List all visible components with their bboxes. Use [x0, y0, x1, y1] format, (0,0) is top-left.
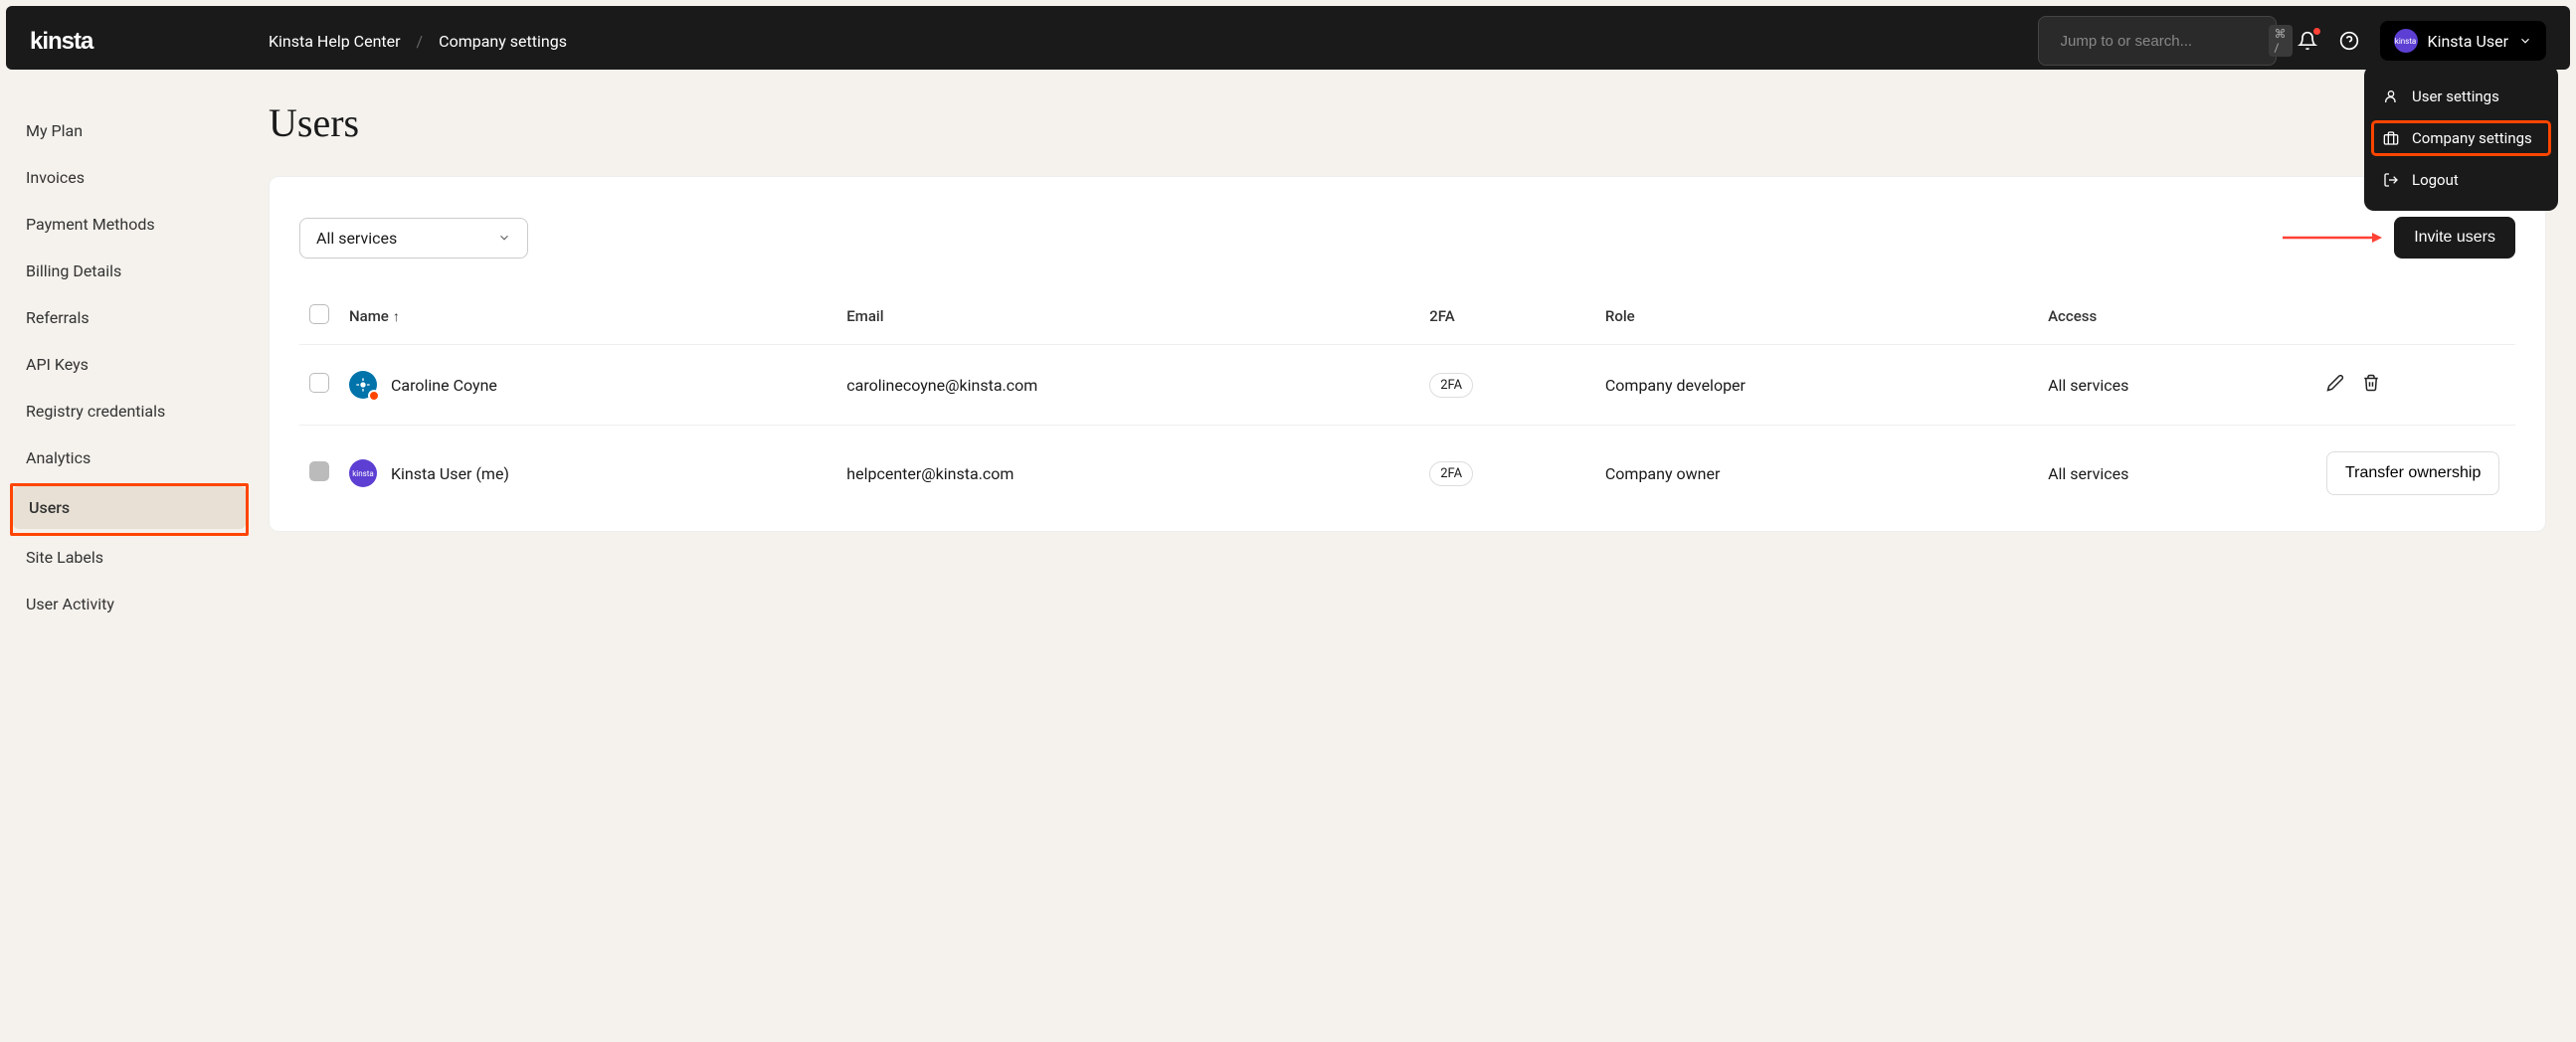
user-name-cell: Caroline Coyne — [391, 376, 497, 395]
help-button[interactable] — [2338, 30, 2360, 52]
main-content: Users All services Invite users — [259, 70, 2576, 649]
delete-user-button[interactable] — [2362, 374, 2380, 396]
edit-icon — [2326, 374, 2344, 392]
sidebar-item-referrals[interactable]: Referrals — [10, 296, 249, 339]
sidebar-item-site-labels[interactable]: Site Labels — [10, 536, 249, 579]
dropdown-logout[interactable]: Logout — [2364, 159, 2558, 201]
breadcrumb-separator: / — [417, 32, 424, 51]
dropdown-company-settings[interactable]: Company settings — [2370, 119, 2552, 157]
user-access-cell: All services — [2038, 345, 2316, 426]
user-dropdown: User settings Company settings Logout — [2364, 66, 2558, 211]
avatar-alert-badge — [368, 390, 380, 402]
user-avatar — [349, 371, 377, 399]
notification-dot — [2313, 28, 2320, 35]
col-role[interactable]: Role — [1595, 288, 2038, 345]
logo[interactable]: kinsta — [30, 27, 269, 56]
sidebar-item-billing-details[interactable]: Billing Details — [10, 250, 249, 292]
col-name[interactable]: Name↑ — [339, 288, 836, 345]
col-email[interactable]: Email — [836, 288, 1419, 345]
table-row: Caroline Coyne carolinecoyne@kinsta.com … — [299, 345, 2515, 426]
annotation-arrow — [2283, 230, 2382, 246]
search-shortcut: ⌘ / — [2269, 25, 2293, 57]
notifications-button[interactable] — [2297, 30, 2318, 52]
logout-icon — [2382, 171, 2400, 189]
search-input[interactable] — [2061, 33, 2259, 50]
breadcrumb: Kinsta Help Center / Company settings — [269, 32, 567, 51]
row-checkbox[interactable] — [309, 461, 329, 481]
trash-icon — [2362, 374, 2380, 392]
user-menu-trigger[interactable]: kinsta Kinsta User — [2380, 21, 2546, 61]
search-box[interactable]: ⌘ / — [2038, 16, 2277, 66]
user-access-cell: All services — [2038, 426, 2316, 522]
sidebar-item-api-keys[interactable]: API Keys — [10, 343, 249, 386]
sidebar: My Plan Invoices Payment Methods Billing… — [0, 70, 259, 649]
topbar: kinsta Kinsta Help Center / Company sett… — [6, 6, 2570, 70]
select-all-checkbox[interactable] — [309, 304, 329, 324]
chevron-down-icon — [497, 231, 511, 245]
dropdown-label: Logout — [2412, 171, 2459, 189]
user-icon — [2382, 87, 2400, 105]
row-checkbox[interactable] — [309, 373, 329, 393]
col-2fa[interactable]: 2FA — [1419, 288, 1595, 345]
sidebar-item-payment-methods[interactable]: Payment Methods — [10, 203, 249, 246]
sort-ascending-icon: ↑ — [393, 309, 400, 325]
users-table: Name↑ Email 2FA Role Access — [299, 288, 2515, 521]
table-row: kinsta Kinsta User (me) helpcenter@kinst… — [299, 426, 2515, 522]
user-email-cell: helpcenter@kinsta.com — [836, 426, 1419, 522]
user-avatar: kinsta — [349, 459, 377, 487]
select-value: All services — [316, 229, 397, 248]
invite-users-button[interactable]: Invite users — [2394, 217, 2515, 259]
help-icon — [2339, 31, 2359, 51]
transfer-ownership-button[interactable]: Transfer ownership — [2326, 451, 2499, 495]
dropdown-label: User settings — [2412, 87, 2499, 105]
col-access[interactable]: Access — [2038, 288, 2316, 345]
chevron-down-icon — [2518, 34, 2532, 48]
user-name: Kinsta User — [2428, 32, 2508, 51]
user-avatar: kinsta — [2394, 29, 2418, 53]
breadcrumb-item-2[interactable]: Company settings — [439, 32, 567, 51]
twofa-badge: 2FA — [1429, 461, 1473, 486]
user-email-cell: carolinecoyne@kinsta.com — [836, 345, 1419, 426]
twofa-badge: 2FA — [1429, 373, 1473, 398]
dropdown-label: Company settings — [2412, 129, 2532, 147]
users-card: All services Invite users Nam — [269, 176, 2546, 532]
sidebar-item-users[interactable]: Users — [13, 486, 246, 529]
page-title: Users — [269, 99, 2546, 146]
user-name-cell: Kinsta User (me) — [391, 464, 509, 483]
sidebar-item-invoices[interactable]: Invoices — [10, 156, 249, 199]
sidebar-item-registry-credentials[interactable]: Registry credentials — [10, 390, 249, 433]
user-role-cell: Company owner — [1595, 426, 2038, 522]
breadcrumb-item-1[interactable]: Kinsta Help Center — [269, 32, 401, 51]
sidebar-item-my-plan[interactable]: My Plan — [10, 109, 249, 152]
service-filter-select[interactable]: All services — [299, 218, 528, 259]
sidebar-item-user-activity[interactable]: User Activity — [10, 583, 249, 625]
user-role-cell: Company developer — [1595, 345, 2038, 426]
sidebar-item-analytics[interactable]: Analytics — [10, 436, 249, 479]
edit-user-button[interactable] — [2326, 374, 2344, 396]
dropdown-user-settings[interactable]: User settings — [2364, 76, 2558, 117]
briefcase-icon — [2382, 129, 2400, 147]
